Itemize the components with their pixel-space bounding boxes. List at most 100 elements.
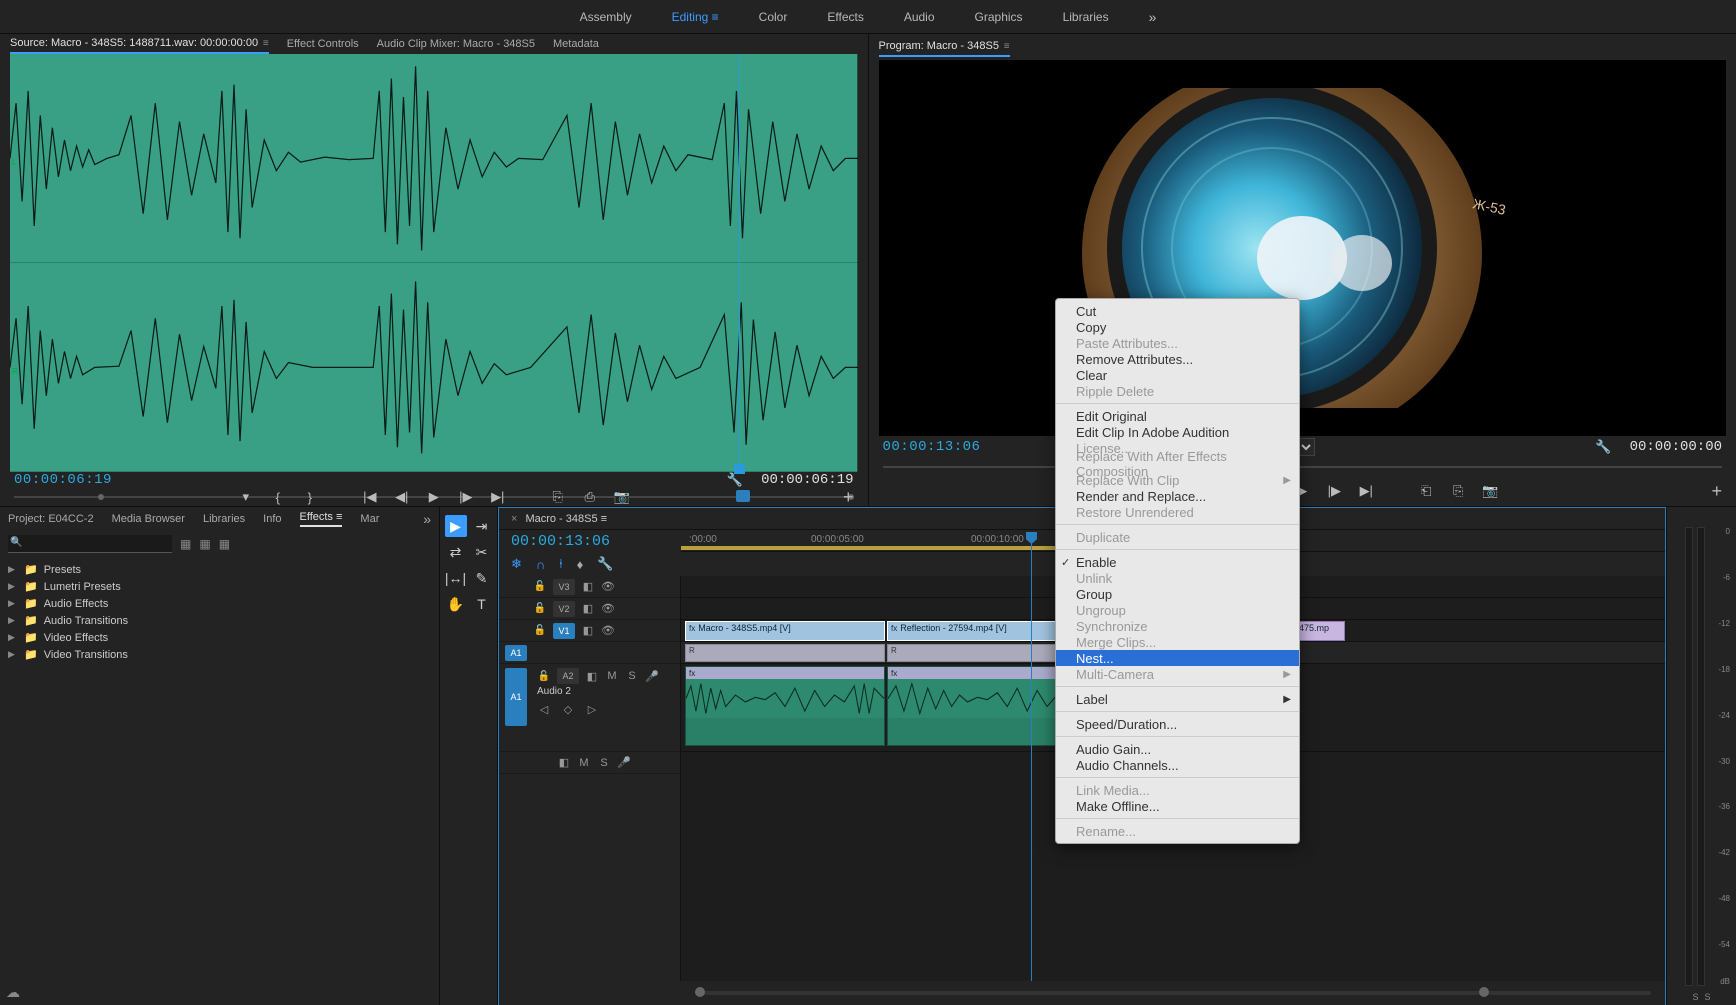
solo-icon[interactable]: S [625, 670, 639, 682]
keyframe-add-icon[interactable]: ◇ [561, 703, 575, 716]
lock-icon[interactable]: 🔓 [537, 671, 551, 682]
prog-lift-icon[interactable]: ⎗ [1417, 482, 1435, 500]
mark-out-icon[interactable]: } [301, 488, 319, 506]
clip-v1-macro[interactable]: fxMacro - 348S5.mp4 [V] [685, 621, 885, 641]
tl-add-marker-icon[interactable]: ♦ [577, 557, 584, 572]
mute-icon[interactable]: M [577, 757, 591, 769]
project-tabs-overflow[interactable]: » [423, 511, 431, 527]
export-frame-icon[interactable]: 📷 [613, 488, 631, 506]
program-scrub[interactable] [883, 458, 1723, 476]
lock-icon[interactable]: 🔓 [533, 625, 547, 636]
track-select-tool[interactable]: ⇥ [471, 515, 493, 537]
ctx-audio-gain-[interactable]: Audio Gain... [1056, 741, 1299, 757]
track-header-icon[interactable]: ◧ [585, 670, 599, 683]
tl-marker-icon[interactable]: ⍿ [559, 556, 562, 572]
voice-icon[interactable]: 🎤 [645, 670, 659, 683]
prog-step-fwd-icon[interactable]: |▶ [1325, 482, 1343, 500]
ctx-enable[interactable]: ✓Enable [1056, 554, 1299, 570]
preset-icon-3[interactable]: ▦ [219, 537, 230, 551]
workspace-graphics[interactable]: Graphics [975, 6, 1023, 28]
sequence-tab[interactable]: Macro - 348S5 ≡ [525, 513, 607, 525]
tab-libraries-panel[interactable]: Libraries [203, 513, 245, 525]
ctx-cut[interactable]: Cut [1056, 303, 1299, 319]
prog-extract-icon[interactable]: ⎘ [1449, 482, 1467, 500]
tab-program[interactable]: Program: Macro - 348S5 ≡ [879, 37, 1010, 57]
source-tc-current[interactable]: 00:00:06:19 [14, 472, 112, 488]
program-monitor[interactable]: Ж-53 [879, 60, 1727, 436]
workspace-audio[interactable]: Audio [904, 6, 935, 28]
ctx-render-and-replace-[interactable]: Render and Replace... [1056, 488, 1299, 504]
tab-metadata[interactable]: Metadata [553, 35, 599, 53]
go-to-out-icon[interactable]: ▶| [489, 488, 507, 506]
go-to-in-icon[interactable]: |◀ [361, 488, 379, 506]
mark-in-icon[interactable]: { [269, 488, 287, 506]
workspace-assembly[interactable]: Assembly [580, 6, 632, 28]
preset-icon-2[interactable]: ▦ [199, 537, 210, 551]
type-tool[interactable]: T [471, 593, 493, 615]
ctx-audio-channels-[interactable]: Audio Channels... [1056, 757, 1299, 773]
add-marker-icon[interactable]: ▾ [237, 488, 255, 506]
source-settings-icon[interactable]: 🔧 [727, 472, 743, 488]
ctx-clear[interactable]: Clear [1056, 367, 1299, 383]
track-header-v1[interactable]: 🔓 V1 ◧ 👁 [499, 620, 680, 642]
track-header-v3[interactable]: 🔓 V3 ◧ 👁 [499, 576, 680, 598]
step-back-icon[interactable]: ◀| [393, 488, 411, 506]
lock-icon[interactable]: 🔓 [533, 603, 547, 614]
ctx-speed-duration-[interactable]: Speed/Duration... [1056, 716, 1299, 732]
fx-video-trans[interactable]: ▶📁Video Transitions [8, 646, 431, 663]
tab-source[interactable]: Source: Macro - 348S5: 1488711.wav: 00:0… [10, 34, 269, 54]
workspace-effects[interactable]: Effects [827, 6, 863, 28]
preset-icon-1[interactable]: ▦ [180, 537, 191, 551]
timeline-tc[interactable]: 00:00:13:06 [511, 533, 610, 550]
timeline-zoom[interactable] [695, 985, 1651, 1001]
fx-audio-trans[interactable]: ▶📁Audio Transitions [8, 612, 431, 629]
overwrite-icon[interactable]: ⎙ [581, 488, 599, 506]
eye-icon[interactable]: 👁 [601, 580, 615, 593]
voice-icon[interactable]: 🎤 [617, 756, 631, 769]
track-header-a1[interactable]: A1 [499, 642, 680, 664]
meter-solo-r[interactable]: S [1705, 992, 1711, 1002]
track-header-v2[interactable]: 🔓 V2 ◧ 👁 [499, 598, 680, 620]
prog-button-editor-icon[interactable]: + [1711, 481, 1722, 502]
prog-go-out-icon[interactable]: ▶| [1357, 482, 1375, 500]
fx-audio-effects[interactable]: ▶📁Audio Effects [8, 595, 431, 612]
ctx-make-offline-[interactable]: Make Offline... [1056, 798, 1299, 814]
tab-project[interactable]: Project: E04CC-2 [8, 513, 94, 525]
tab-media-browser[interactable]: Media Browser [112, 513, 185, 525]
source-patch-a1[interactable]: A1 [505, 668, 527, 726]
workspace-libraries[interactable]: Libraries [1063, 6, 1109, 28]
toggle-output-icon[interactable]: ◧ [581, 602, 595, 615]
button-editor-icon[interactable]: + [843, 487, 854, 508]
ctx-remove-attributes-[interactable]: Remove Attributes... [1056, 351, 1299, 367]
tab-effects-panel[interactable]: Effects ≡ [300, 511, 343, 527]
keyframe-prev-icon[interactable]: ◁ [537, 703, 551, 716]
insert-icon[interactable]: ⎘ [549, 488, 567, 506]
track-header-master[interactable]: ◧ M S 🎤 [499, 752, 680, 774]
program-tc-current[interactable]: 00:00:13:06 [883, 439, 981, 455]
fx-presets[interactable]: ▶📁Presets [8, 561, 431, 578]
tl-snap-icon[interactable]: ❄ [511, 556, 522, 572]
source-waveform[interactable]: L R [10, 54, 858, 472]
ctx-edit-clip-in-adobe-audition[interactable]: Edit Clip In Adobe Audition [1056, 424, 1299, 440]
fx-video-effects[interactable]: ▶📁Video Effects [8, 629, 431, 646]
ctx-nest-[interactable]: Nest... [1056, 650, 1299, 666]
meter-solo-l[interactable]: S [1692, 992, 1698, 1002]
selection-tool[interactable]: ▶ [445, 515, 467, 537]
clip-a1-r1[interactable]: R [685, 644, 885, 662]
slip-tool[interactable]: |↔| [445, 567, 467, 589]
tl-wrench-icon[interactable]: 🔧 [597, 556, 613, 572]
toggle-output-icon[interactable]: ◧ [581, 624, 595, 637]
ctx-copy[interactable]: Copy [1056, 319, 1299, 335]
eye-icon[interactable]: 👁 [601, 602, 615, 615]
clip-a2-1[interactable]: fx [685, 666, 885, 746]
ripple-tool[interactable]: ⇄ [445, 541, 467, 563]
ctx-edit-original[interactable]: Edit Original [1056, 408, 1299, 424]
ctx-label[interactable]: Label▶ [1056, 691, 1299, 707]
lock-icon[interactable]: 🔓 [533, 581, 547, 592]
tab-audio-clip-mixer[interactable]: Audio Clip Mixer: Macro - 348S5 [377, 35, 535, 53]
fx-lumetri[interactable]: ▶📁Lumetri Presets [8, 578, 431, 595]
solo-icon[interactable]: S [597, 757, 611, 769]
tab-effect-controls[interactable]: Effect Controls [287, 35, 359, 53]
track-output-icon[interactable]: ◧ [557, 756, 571, 769]
razor-tool[interactable]: ✂ [471, 541, 493, 563]
